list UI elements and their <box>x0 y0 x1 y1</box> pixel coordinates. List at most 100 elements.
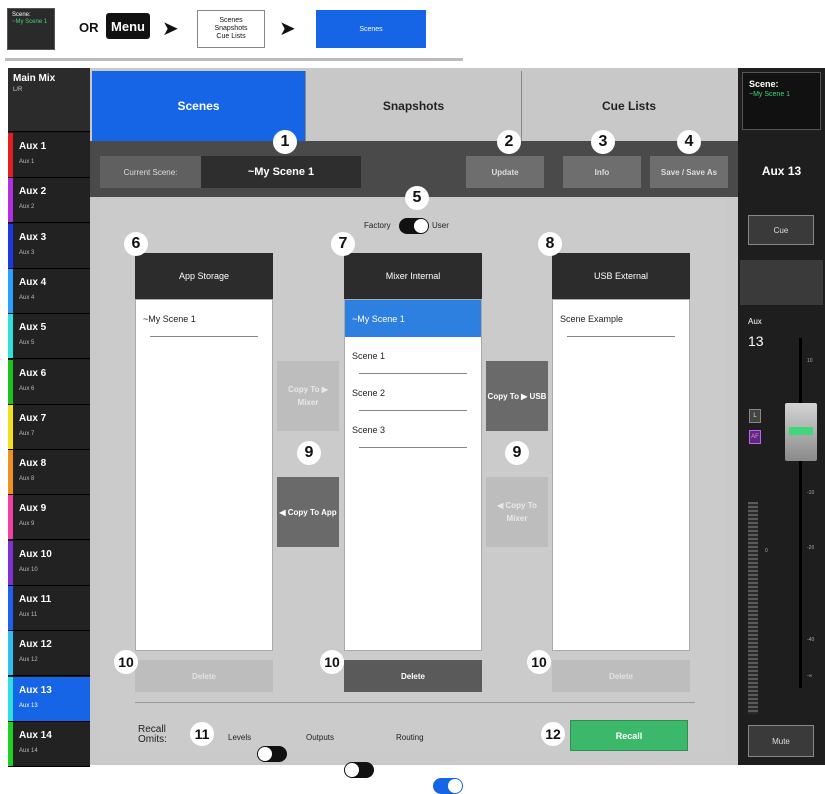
fader-handle[interactable] <box>785 403 817 461</box>
callout-9: 9 <box>297 441 321 465</box>
tab-cue-lists[interactable]: Cue Lists <box>522 71 736 141</box>
fader-scale-label: -10 <box>807 490 815 496</box>
info-button[interactable]: Info <box>563 156 641 188</box>
sidebar-item-aux-5[interactable]: Aux 5 Aux 5 <box>8 314 90 360</box>
recall-button[interactable]: Recall <box>570 720 688 751</box>
copy-to-mixer-button[interactable]: Copy To ▶ Mixer <box>277 361 339 431</box>
sidebar-item-aux-7[interactable]: Aux 7 Aux 7 <box>8 404 90 450</box>
callout-12: 12 <box>541 722 565 746</box>
scene-status-title: Scene: <box>749 79 779 89</box>
aux-title: Aux 5 <box>19 322 47 334</box>
item-label: ~My Scene 1 <box>352 314 405 324</box>
thumb-title: Scene: <box>12 12 31 18</box>
scene-thumbnail: Scene: ~My Scene 1 <box>7 8 55 50</box>
tab-scenes[interactable]: Scenes <box>92 71 306 141</box>
aux-title: Aux 8 <box>19 458 47 470</box>
aux-title: Aux 11 <box>19 594 52 605</box>
sidebar-item-aux-4[interactable]: Aux 4 Aux 4 <box>8 268 90 314</box>
cue-button[interactable]: Cue <box>748 215 814 245</box>
aux-sub: Aux 7 <box>19 430 35 437</box>
save-as-button[interactable]: Save / Save As <box>650 156 728 188</box>
routing-toggle[interactable] <box>433 778 463 794</box>
sidebar-item-aux-14[interactable]: Aux 14 Aux 14 <box>8 721 90 767</box>
factory-user-toggle[interactable] <box>399 218 429 234</box>
channel-spacer <box>740 260 823 305</box>
main-mix-button[interactable]: Main Mix L/R <box>8 68 90 132</box>
sidebar-item-aux-2[interactable]: Aux 2 Aux 2 <box>8 178 90 224</box>
aux-color-bar <box>8 268 13 313</box>
callout-4: 4 <box>677 130 701 154</box>
channel-number: 13 <box>748 333 764 349</box>
divider <box>5 58 463 61</box>
delete-mixer-button[interactable]: Delete <box>344 660 482 692</box>
sidebar-item-aux-1[interactable]: Aux 1 Aux 1 <box>8 133 90 178</box>
levels-label: Levels <box>228 733 252 742</box>
scene-status-button[interactable]: Scene: ~My Scene 1 <box>742 72 821 130</box>
mixer-internal-list: ~My Scene 1 Scene 1 Scene 2 Scene 3 <box>344 299 482 651</box>
delete-app-button[interactable]: Delete <box>135 660 273 692</box>
callout-8: 8 <box>538 232 562 256</box>
app-storage-list: ~My Scene 1 <box>135 299 273 651</box>
sidebar-item-aux-9[interactable]: Aux 9 Aux 9 <box>8 495 90 541</box>
factory-label: Factory <box>364 221 391 230</box>
user-label: User <box>432 221 449 230</box>
callout-11: 11 <box>190 722 214 746</box>
sidebar-item-aux-10[interactable]: Aux 10 Aux 10 <box>8 540 90 586</box>
copy-to-mixer-button[interactable]: ◀ Copy To Mixer <box>486 477 548 547</box>
box-line-snapshots: Snapshots <box>214 25 248 32</box>
sidebar-item-aux-6[interactable]: Aux 6 Aux 6 <box>8 359 90 405</box>
tab-snapshots[interactable]: Snapshots <box>306 71 522 141</box>
thumb-value: ~My Scene 1 <box>12 19 48 25</box>
aux-color-bar <box>8 540 13 585</box>
box-line-scenes: Scenes <box>219 17 243 24</box>
list-item[interactable]: Scene Example <box>553 300 689 337</box>
update-button[interactable]: Update <box>466 156 544 188</box>
sidebar-item-aux-11[interactable]: Aux 11 Aux 11 <box>8 586 90 631</box>
fader-scale-label: -40 <box>807 637 815 643</box>
meter-zero-label: 0 <box>765 548 768 554</box>
outputs-toggle[interactable] <box>344 762 374 778</box>
copy-to-app-button[interactable]: ◀ Copy To App <box>277 477 339 547</box>
callout-5: 5 <box>405 186 429 210</box>
selected-channel-label: Aux 13 <box>761 164 802 178</box>
af-indicator: AF <box>749 430 761 444</box>
list-item[interactable]: ~My Scene 1 <box>136 300 272 337</box>
recall-omits-label: Recall Omits: <box>138 724 167 745</box>
levels-toggle[interactable] <box>257 746 287 762</box>
sidebar-item-aux-8[interactable]: Aux 8 Aux 8 <box>8 450 90 496</box>
menu-button: Menu <box>106 13 150 39</box>
list-item[interactable]: Scene 1 <box>345 337 481 374</box>
aux-color-bar <box>8 359 13 404</box>
copy-to-usb-button[interactable]: Copy To ▶ USB <box>486 361 548 431</box>
sidebar-item-aux-12[interactable]: Aux 12 Aux 12 <box>8 631 90 677</box>
scenes-target-box: Scenes <box>316 10 426 48</box>
callout-6: 6 <box>124 232 148 256</box>
delete-usb-button[interactable]: Delete <box>552 660 690 692</box>
aux-color-bar <box>8 314 13 359</box>
aux-title: Aux 14 <box>19 729 52 741</box>
list-item[interactable]: Scene 3 <box>345 411 481 448</box>
aux-title: Aux 4 <box>19 276 47 288</box>
mute-button[interactable]: Mute <box>748 725 814 757</box>
fader-scale-label: -∞ <box>807 673 813 679</box>
usb-external-list: Scene Example <box>552 299 690 651</box>
outputs-label: Outputs <box>306 733 335 742</box>
scene-status-value: ~My Scene 1 <box>749 91 791 98</box>
l-indicator: L <box>749 409 761 423</box>
aux-sub: Aux 9 <box>19 521 35 528</box>
aux-title: Aux 12 <box>19 639 52 651</box>
sidebar-item-aux-13[interactable]: Aux 13 Aux 13 <box>8 676 90 722</box>
callout-1: 1 <box>273 130 297 154</box>
aux-sub: Aux 5 <box>19 340 35 347</box>
aux-color-bar <box>8 450 13 495</box>
list-item[interactable]: Scene 2 <box>345 374 481 411</box>
list-item[interactable]: ~My Scene 1 <box>345 300 481 337</box>
aux-color-bar <box>8 631 13 676</box>
mixer-internal-header: Mixer Internal <box>344 253 482 299</box>
aux-color-bar <box>8 223 13 268</box>
aux-title: Aux 6 <box>19 367 47 379</box>
routing-label: Routing <box>396 733 424 742</box>
sidebar-item-aux-3[interactable]: Aux 3 Aux 3 <box>8 223 90 269</box>
aux-sub: Aux 8 <box>19 476 35 483</box>
aux-title: Aux 10 <box>19 548 52 560</box>
